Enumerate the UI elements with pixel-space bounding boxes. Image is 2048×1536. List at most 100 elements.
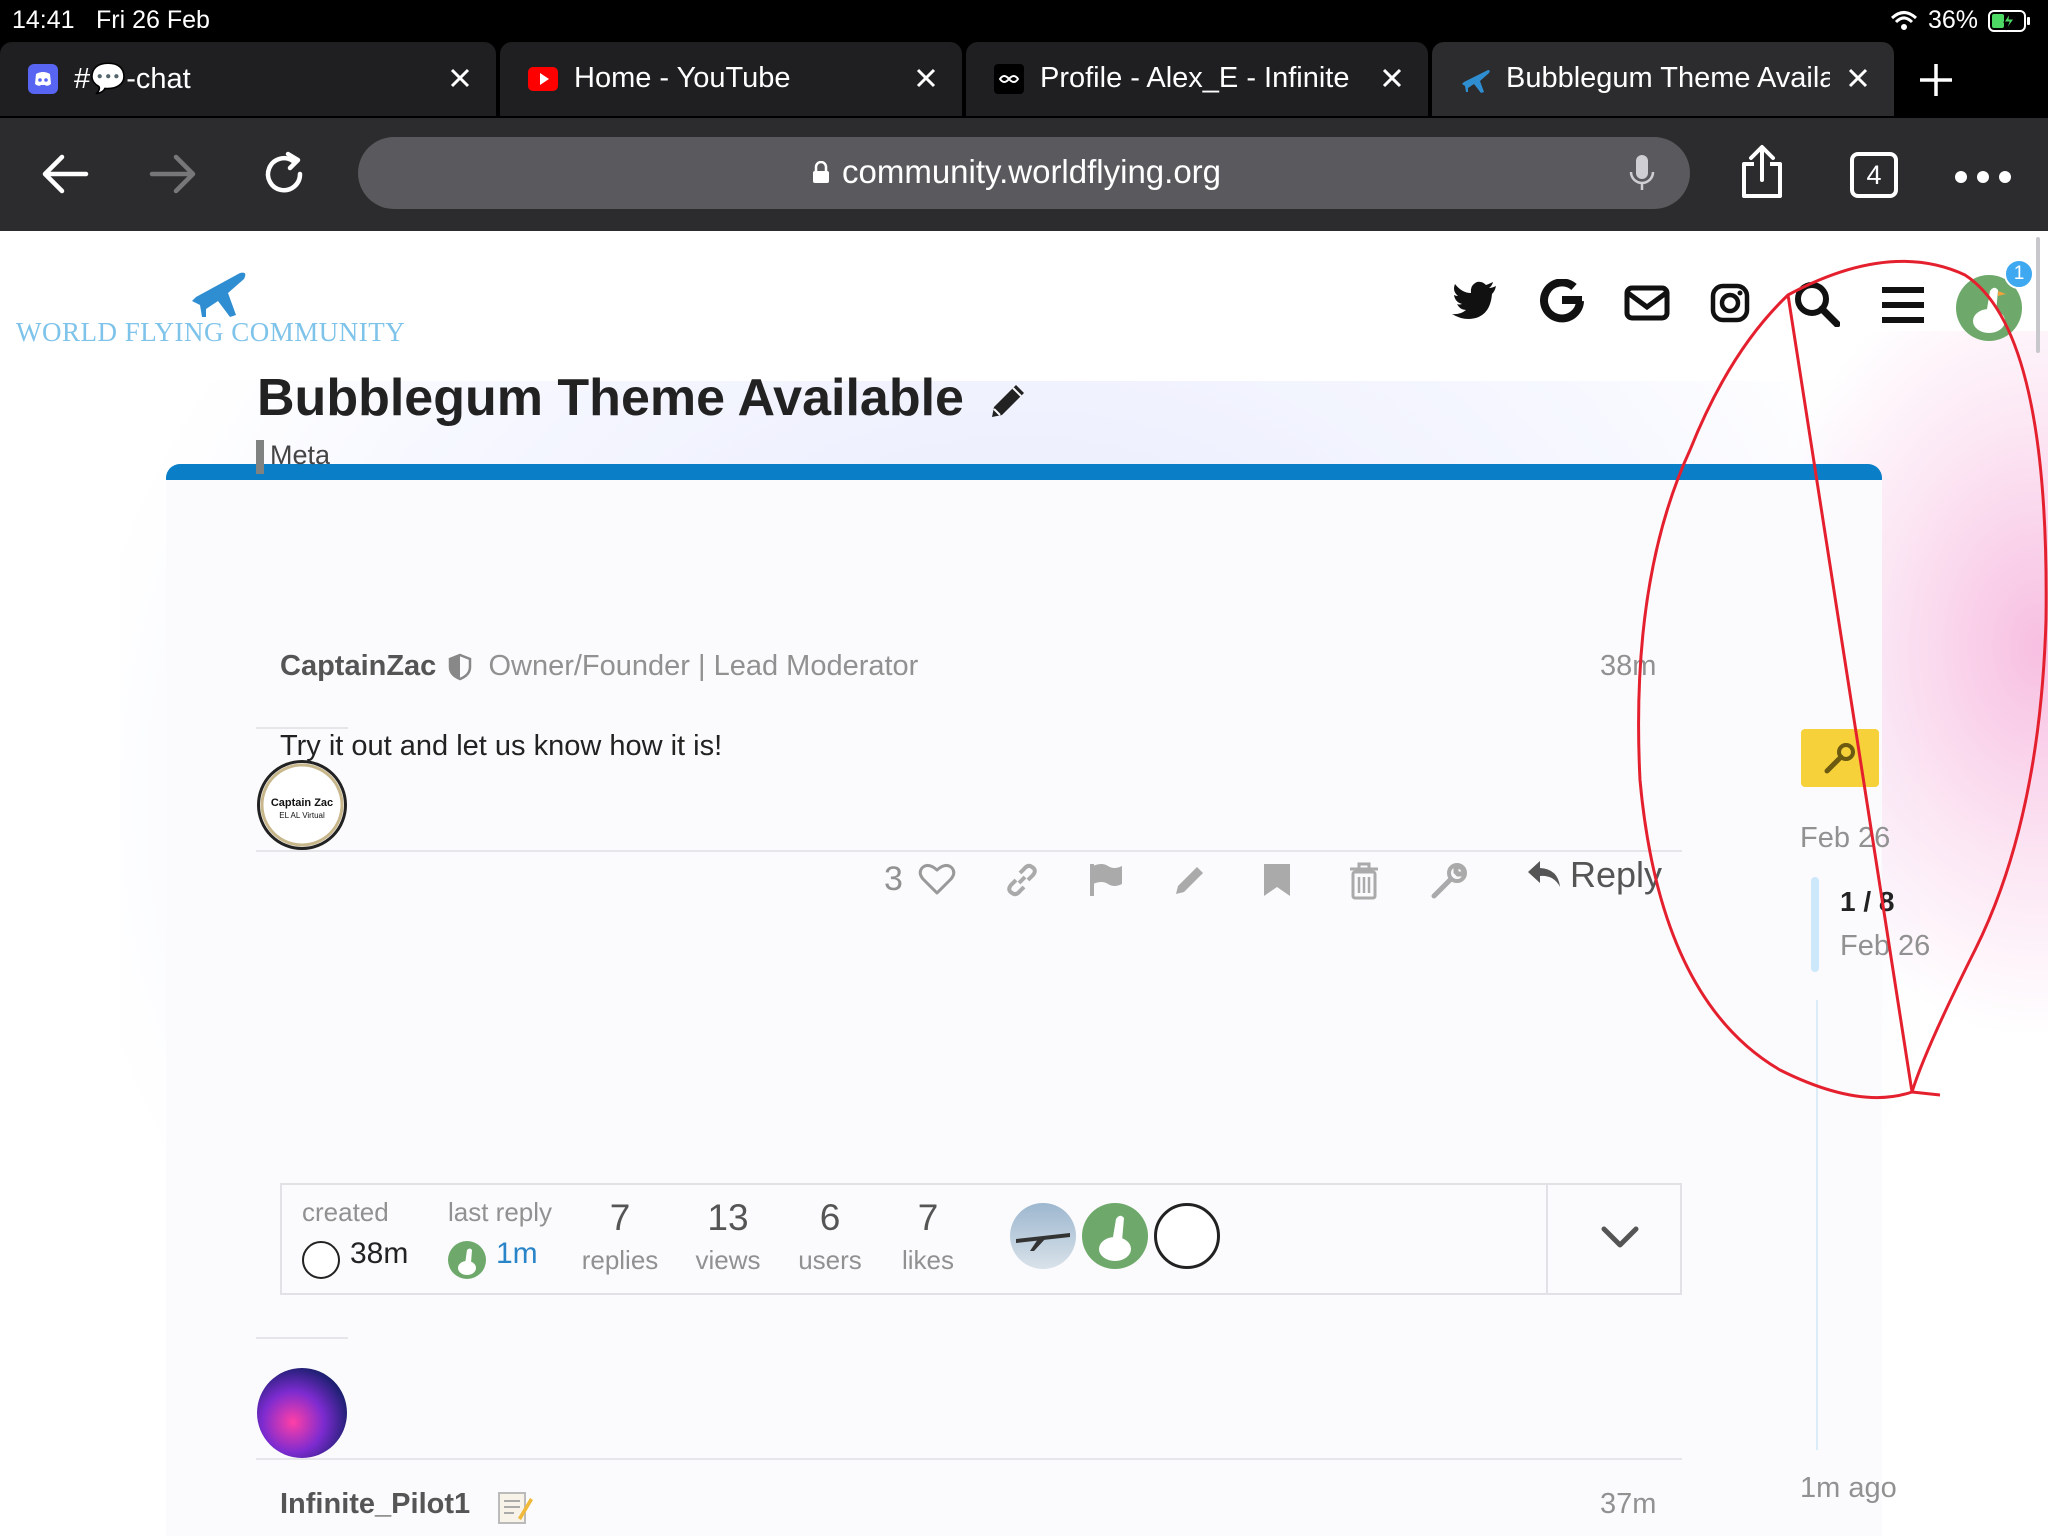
new-tab-icon[interactable] — [1916, 60, 1956, 100]
category-badge[interactable]: Meta — [256, 440, 330, 474]
discord-icon — [28, 64, 58, 94]
close-icon[interactable] — [442, 60, 478, 96]
tab-title: #💬-chat — [74, 63, 191, 95]
topic-card — [166, 464, 1882, 1536]
status-time: 14:41 — [12, 6, 75, 34]
infinite-flight-icon — [994, 64, 1024, 94]
participant-avatar[interactable] — [1154, 1203, 1220, 1269]
divider — [256, 727, 348, 729]
likes-label: likes — [901, 1245, 954, 1275]
url-text: community.worldflying.org — [842, 153, 1222, 190]
users-count: 6 — [819, 1197, 841, 1238]
search-icon[interactable] — [1794, 281, 1840, 327]
notification-badge[interactable]: 1 — [2004, 259, 2034, 289]
tab-title: Bubblegum Theme Available — [1506, 62, 1830, 94]
post-time[interactable]: 38m — [1600, 650, 1656, 683]
topic-title: Bubblegum Theme Available — [257, 368, 1030, 428]
post-time[interactable]: 37m — [1600, 1488, 1656, 1521]
participant-avatar[interactable] — [1082, 1203, 1148, 1269]
topic-map: created 38m last reply 1m 7 replies 13 v… — [280, 1183, 1682, 1295]
post-divider — [256, 1458, 1682, 1460]
reply-button[interactable]: Reply — [1526, 854, 1662, 896]
post-meta: CaptainZac Owner/Founder | Lead Moderato… — [280, 650, 918, 683]
participant-avatar[interactable] — [1010, 1203, 1076, 1269]
avatar-text: Captain Zac — [270, 797, 334, 809]
link-icon[interactable] — [1004, 862, 1040, 898]
category-color-bar — [256, 440, 264, 474]
scrollbar[interactable] — [2036, 237, 2040, 353]
reload-icon[interactable] — [260, 150, 308, 198]
timeline-end-label[interactable]: 1m ago — [1800, 1472, 1897, 1505]
more-options-icon[interactable] — [1954, 170, 2012, 184]
category-name: Meta — [270, 440, 331, 471]
views-label: views — [695, 1245, 761, 1275]
browser-toolbar: community.worldflying.org 4 — [0, 118, 2048, 231]
views-count: 13 — [707, 1197, 749, 1238]
logo-plane-icon[interactable] — [190, 265, 250, 319]
close-icon[interactable] — [1374, 60, 1410, 96]
tab-world-flying[interactable]: Bubblegum Theme Available — [1432, 42, 1894, 116]
battery-icon — [1988, 9, 2032, 33]
last-reply-time: 1m — [496, 1237, 538, 1270]
users-label: users — [798, 1245, 862, 1275]
trash-icon[interactable] — [1348, 862, 1380, 900]
microphone-icon[interactable] — [1628, 153, 1656, 193]
status-bar: 14:41 Fri 26 Feb 36% — [0, 0, 2048, 38]
replies-count: 7 — [609, 1197, 631, 1238]
bookmark-icon[interactable] — [1262, 862, 1292, 898]
instagram-icon[interactable] — [1710, 283, 1750, 323]
tab-youtube[interactable]: Home - YouTube — [500, 42, 962, 116]
close-icon[interactable] — [1840, 60, 1876, 96]
avatar-subtext: EL AL Virtual — [279, 811, 325, 820]
last-reply-label: last reply — [448, 1197, 553, 1227]
last-reply-avatar[interactable] — [448, 1241, 486, 1279]
mail-icon[interactable] — [1624, 285, 1670, 321]
captainzac-avatar[interactable]: Captain Zac EL AL Virtual — [257, 760, 347, 850]
timeline-handle[interactable] — [1811, 877, 1819, 972]
wrench-icon — [1823, 741, 1857, 775]
close-icon[interactable] — [908, 60, 944, 96]
tab-title: Home - YouTube — [574, 62, 791, 94]
twitter-icon[interactable] — [1452, 281, 1498, 321]
back-arrow-icon[interactable] — [40, 152, 90, 196]
admin-menu-button[interactable] — [1801, 729, 1879, 787]
timeline-start-date[interactable]: Feb 26 — [1800, 822, 1890, 855]
edit-pencil-icon[interactable] — [1172, 862, 1208, 898]
timeline-position: 1 / 8 — [1840, 886, 1895, 917]
tab-count-button[interactable]: 4 — [1850, 152, 1898, 198]
tab-discord[interactable]: #💬-chat — [0, 42, 496, 116]
timeline-track[interactable] — [1816, 1000, 1818, 1450]
edit-title-pencil-icon[interactable] — [986, 379, 1030, 423]
reply-arrow-icon — [1526, 859, 1562, 891]
post-divider — [256, 850, 1682, 852]
tab-infinite-flight[interactable]: Profile - Alex_E - Infinite — [966, 42, 1428, 116]
lock-icon — [812, 161, 830, 183]
hamburger-menu-icon[interactable] — [1882, 287, 1924, 323]
memo-icon — [496, 1488, 534, 1526]
share-icon[interactable] — [1740, 144, 1784, 200]
tab-bar: #💬-chat Home - YouTube Profile - Alex_E … — [0, 38, 2048, 118]
divider — [256, 1337, 348, 1339]
post-username[interactable]: CaptainZac — [280, 650, 436, 682]
like-count[interactable]: 3 — [884, 860, 903, 899]
moderator-shield-icon — [448, 653, 472, 681]
topic-title-text: Bubblegum Theme Available — [257, 369, 964, 427]
google-icon[interactable] — [1540, 279, 1584, 323]
youtube-icon — [528, 64, 558, 94]
heart-icon[interactable] — [918, 862, 956, 896]
wifi-icon — [1890, 10, 1918, 32]
wrench-icon[interactable] — [1430, 862, 1468, 900]
replies-label: replies — [581, 1245, 659, 1275]
post-username[interactable]: Infinite_Pilot1 — [280, 1488, 470, 1521]
flag-icon[interactable] — [1088, 862, 1124, 898]
post-user-title: Owner/Founder | Lead Moderator — [488, 650, 919, 682]
forward-arrow-icon[interactable] — [148, 152, 198, 196]
status-date: Fri 26 Feb — [96, 6, 210, 34]
infinite-pilot1-avatar[interactable] — [257, 1368, 347, 1458]
address-bar[interactable]: community.worldflying.org — [358, 137, 1690, 209]
creator-avatar[interactable] — [302, 1241, 340, 1279]
likes-count: 7 — [917, 1197, 939, 1238]
chevron-down-icon[interactable] — [1600, 1223, 1640, 1251]
site-logo-text[interactable]: WORLD FLYING COMMUNITY — [16, 317, 405, 348]
timeline-position-date: Feb 26 — [1840, 930, 1931, 962]
